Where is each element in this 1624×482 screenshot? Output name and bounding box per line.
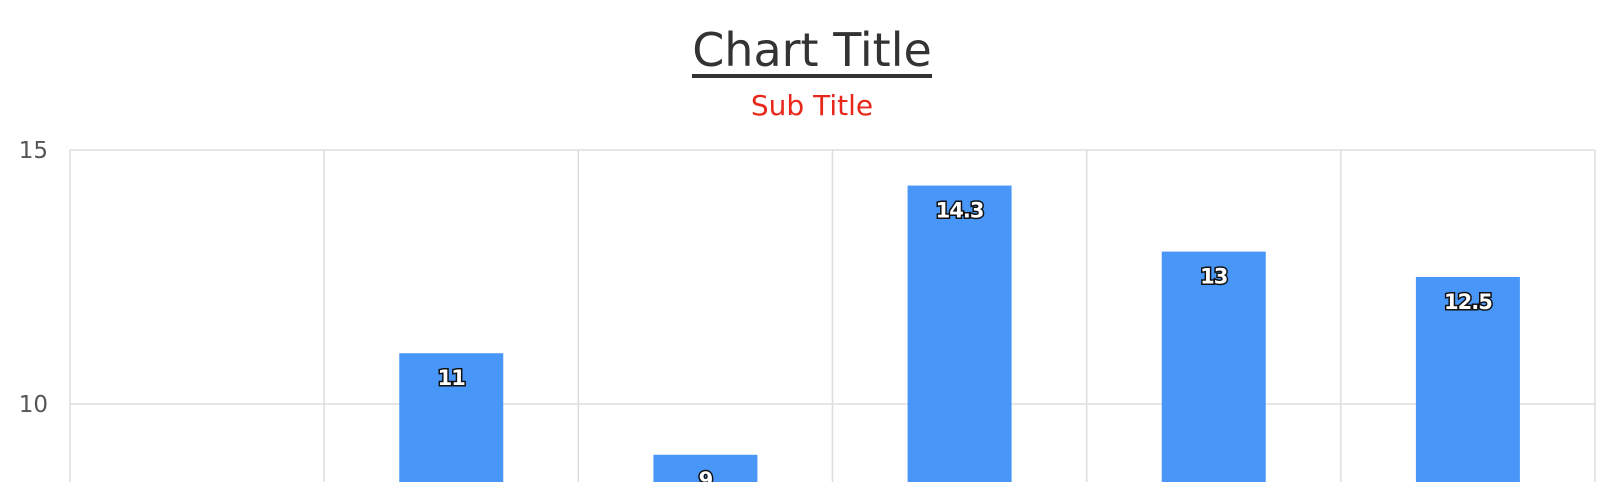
y-tick-label: 15 <box>19 138 48 164</box>
y-tick-label: 10 <box>19 392 48 418</box>
data-label: 14.3 <box>936 199 984 223</box>
data-label: 13 <box>1200 265 1227 289</box>
chart: Chart Title Sub Title 15 10 11 9 14.3 13 12.5 <box>0 0 1624 482</box>
data-label: 11 <box>438 366 466 390</box>
plot-area: 15 10 11 9 14.3 13 12.5 <box>19 138 1596 482</box>
bar <box>907 185 1012 482</box>
data-label: 9 <box>699 468 713 482</box>
data-label: 12.5 <box>1444 290 1492 314</box>
